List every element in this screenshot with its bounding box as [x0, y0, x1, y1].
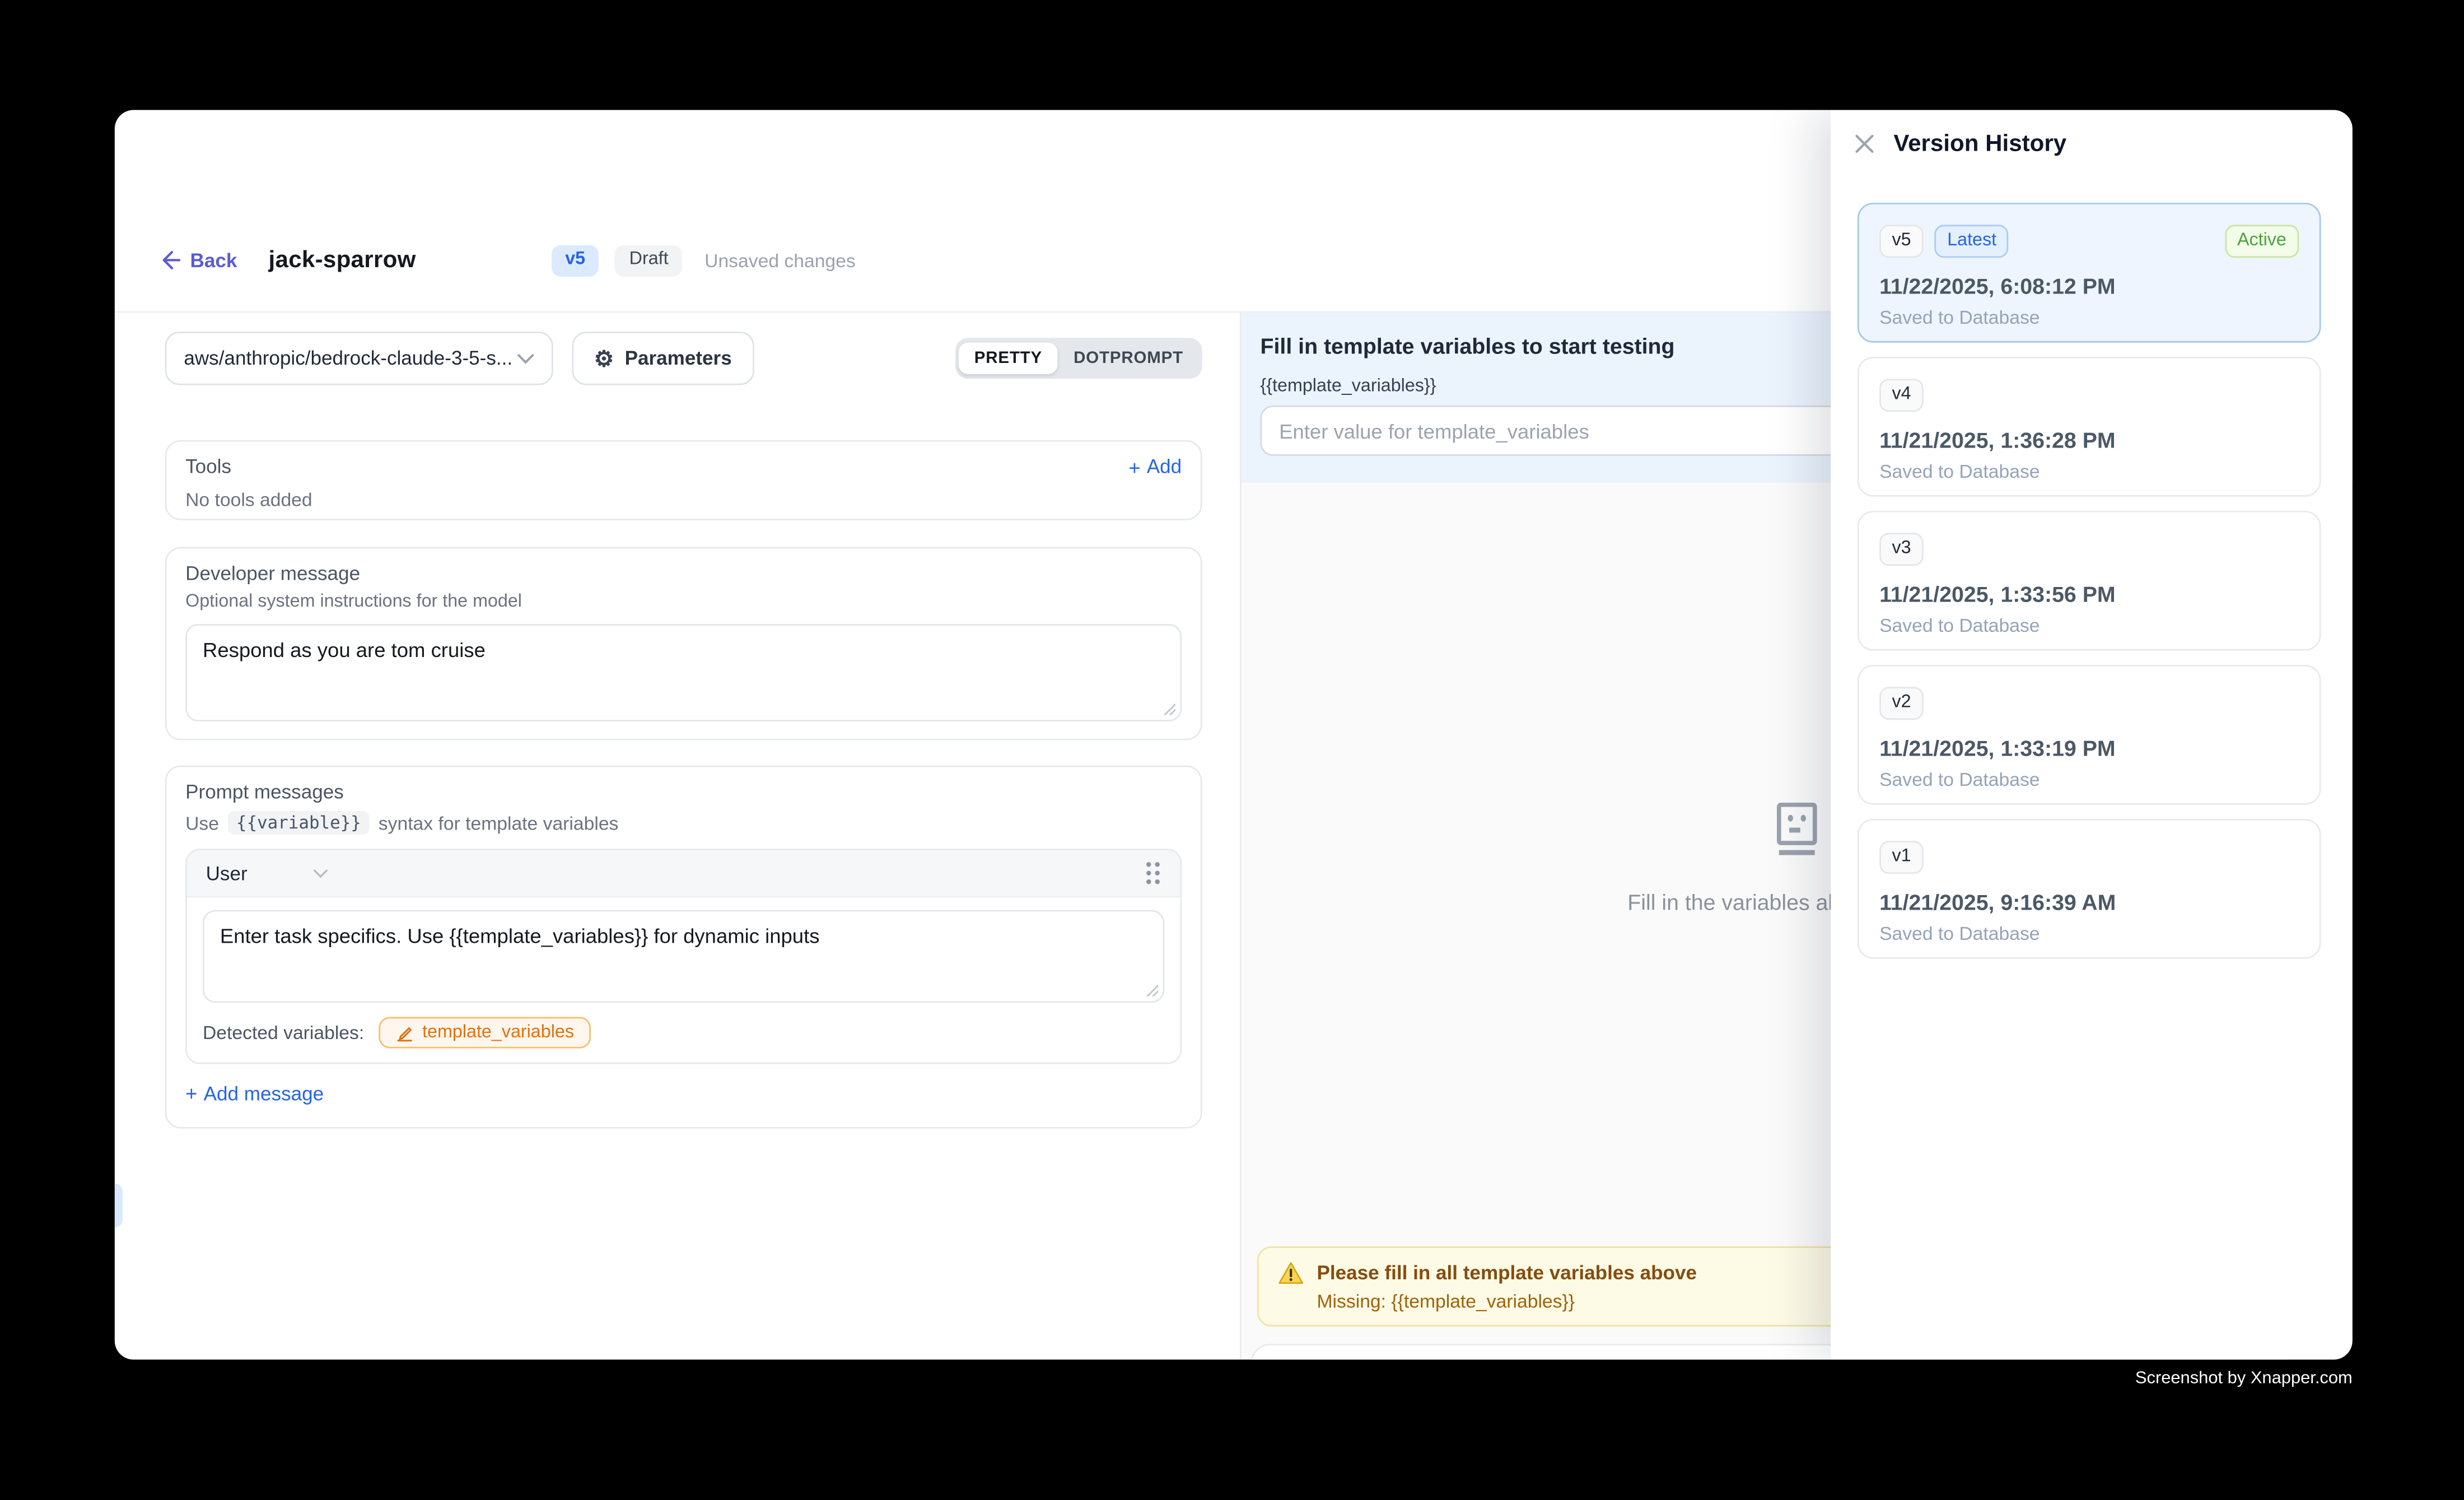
- tools-empty-text: No tools added: [185, 489, 1182, 511]
- version-card[interactable]: v4 11/21/2025, 1:36:28 PM Saved to Datab…: [1858, 357, 2321, 497]
- model-select[interactable]: aws/anthropic/bedrock-claude-3-5-s...: [165, 332, 553, 385]
- toggle-dotprompt[interactable]: DOTPROMPT: [1058, 342, 1199, 375]
- hint-code: {{variable}}: [228, 811, 369, 835]
- draft-badge: Draft: [615, 245, 682, 277]
- hint-suffix: syntax for template variables: [379, 812, 619, 833]
- edge-accent-decoration: [115, 1184, 123, 1228]
- chevron-down-icon: [517, 353, 534, 364]
- version-number-badge: v1: [1879, 841, 1924, 874]
- version-card[interactable]: v1 11/21/2025, 9:16:39 AM Saved to Datab…: [1858, 819, 2321, 959]
- prompt-hint: Use {{variable}} syntax for template var…: [185, 811, 1182, 835]
- toggle-pretty[interactable]: PRETTY: [959, 342, 1058, 375]
- message-header: User: [187, 850, 1180, 897]
- version-timestamp: 11/21/2025, 1:33:56 PM: [1879, 581, 2299, 607]
- editor-column: aws/anthropic/bedrock-claude-3-5-s... ⚙ …: [115, 313, 1242, 1359]
- unsaved-changes-text: Unsaved changes: [704, 250, 856, 272]
- version-list: v5 Latest Active 11/22/2025, 6:08:12 PM …: [1831, 176, 2353, 958]
- tools-label: Tools: [185, 456, 231, 478]
- warning-triangle-icon: [1277, 1260, 1304, 1285]
- version-number-badge: v5: [1879, 225, 1924, 258]
- version-badge: v5: [551, 245, 599, 277]
- role-select-value: User: [206, 862, 248, 884]
- developer-message-sublabel: Optional system instructions for the mod…: [185, 593, 1182, 612]
- prompt-message-block: User Enter task specifics. U: [185, 849, 1182, 1064]
- model-toolbar: aws/anthropic/bedrock-claude-3-5-s... ⚙ …: [165, 332, 1202, 385]
- version-number-badge: v3: [1879, 533, 1924, 566]
- version-history-header: Version History: [1831, 110, 2353, 176]
- parameters-label: Parameters: [625, 347, 732, 369]
- version-number-badge: v2: [1879, 687, 1924, 720]
- add-message-label: Add message: [204, 1082, 324, 1104]
- version-status: Saved to Database: [1879, 460, 2299, 482]
- role-select[interactable]: User: [206, 862, 329, 884]
- detected-variable-chip[interactable]: template_variables: [379, 1017, 591, 1049]
- version-timestamp: 11/22/2025, 6:08:12 PM: [1879, 273, 2299, 299]
- version-history-title: Version History: [1893, 131, 2066, 157]
- plus-icon: +: [185, 1083, 197, 1103]
- warning-title: Please fill in all template variables ab…: [1317, 1262, 1697, 1284]
- detected-variables-label: Detected variables:: [203, 1022, 364, 1044]
- version-history-panel: Version History v5 Latest Active 11/22/2…: [1831, 110, 2353, 1359]
- version-timestamp: 11/21/2025, 9:16:39 AM: [1879, 889, 2299, 915]
- watermark-text: Screenshot by Xnapper.com: [2135, 1369, 2353, 1388]
- version-status: Saved to Database: [1879, 923, 2299, 944]
- message-content-textarea[interactable]: Enter task specifics. Use {{template_var…: [203, 910, 1164, 1003]
- version-status: Saved to Database: [1879, 614, 2299, 636]
- version-card[interactable]: v2 11/21/2025, 1:33:19 PM Saved to Datab…: [1858, 665, 2321, 805]
- version-card[interactable]: v3 11/21/2025, 1:33:56 PM Saved to Datab…: [1858, 511, 2321, 651]
- developer-message-label: Developer message: [185, 563, 1182, 585]
- close-icon[interactable]: [1854, 134, 1874, 154]
- version-timestamp: 11/21/2025, 1:36:28 PM: [1879, 427, 2299, 453]
- plus-icon: +: [1128, 456, 1140, 477]
- version-timestamp: 11/21/2025, 1:33:19 PM: [1879, 735, 2299, 761]
- back-label: Back: [190, 250, 237, 272]
- add-tool-button[interactable]: + Add: [1128, 456, 1182, 478]
- prompt-messages-label: Prompt messages: [185, 781, 1182, 803]
- model-select-value: aws/anthropic/bedrock-claude-3-5-s...: [184, 347, 512, 369]
- detected-variables-row: Detected variables: template_variables: [203, 1017, 1164, 1049]
- pencil-icon: [395, 1024, 413, 1041]
- version-card[interactable]: v5 Latest Active 11/22/2025, 6:08:12 PM …: [1858, 203, 2321, 343]
- app-window: Back jack-sparrow v5 Draft Unsaved chang…: [115, 110, 2353, 1359]
- detected-variable-name: template_variables: [422, 1023, 574, 1042]
- format-toggle: PRETTY DOTPROMPT: [955, 338, 1202, 379]
- page-title: jack-sparrow: [269, 248, 416, 274]
- developer-message-textarea[interactable]: Respond as you are tom cruise: [185, 624, 1182, 721]
- parameters-button[interactable]: ⚙ Parameters: [572, 332, 754, 385]
- hint-prefix: Use: [185, 812, 219, 833]
- active-badge: Active: [2225, 225, 2299, 258]
- add-tool-label: Add: [1147, 456, 1182, 478]
- version-status: Saved to Database: [1879, 306, 2299, 328]
- version-status: Saved to Database: [1879, 768, 2299, 790]
- drag-handle-icon[interactable]: [1144, 860, 1161, 887]
- developer-message-card: Developer message Optional system instru…: [165, 547, 1202, 740]
- version-number-badge: v4: [1879, 379, 1924, 412]
- screenshot-stage: Back jack-sparrow v5 Draft Unsaved chang…: [0, 0, 2464, 1499]
- back-arrow-icon: [160, 250, 180, 271]
- robot-face-icon: [1768, 800, 1826, 860]
- prompt-messages-card: Prompt messages Use {{variable}} syntax …: [165, 766, 1202, 1129]
- latest-badge: Latest: [1935, 225, 2009, 258]
- gear-icon: ⚙: [594, 347, 614, 369]
- chevron-down-icon: [314, 868, 329, 878]
- back-button[interactable]: Back: [160, 250, 237, 272]
- tools-card: Tools + Add No tools added: [165, 440, 1202, 520]
- add-message-button[interactable]: + Add message: [185, 1082, 324, 1104]
